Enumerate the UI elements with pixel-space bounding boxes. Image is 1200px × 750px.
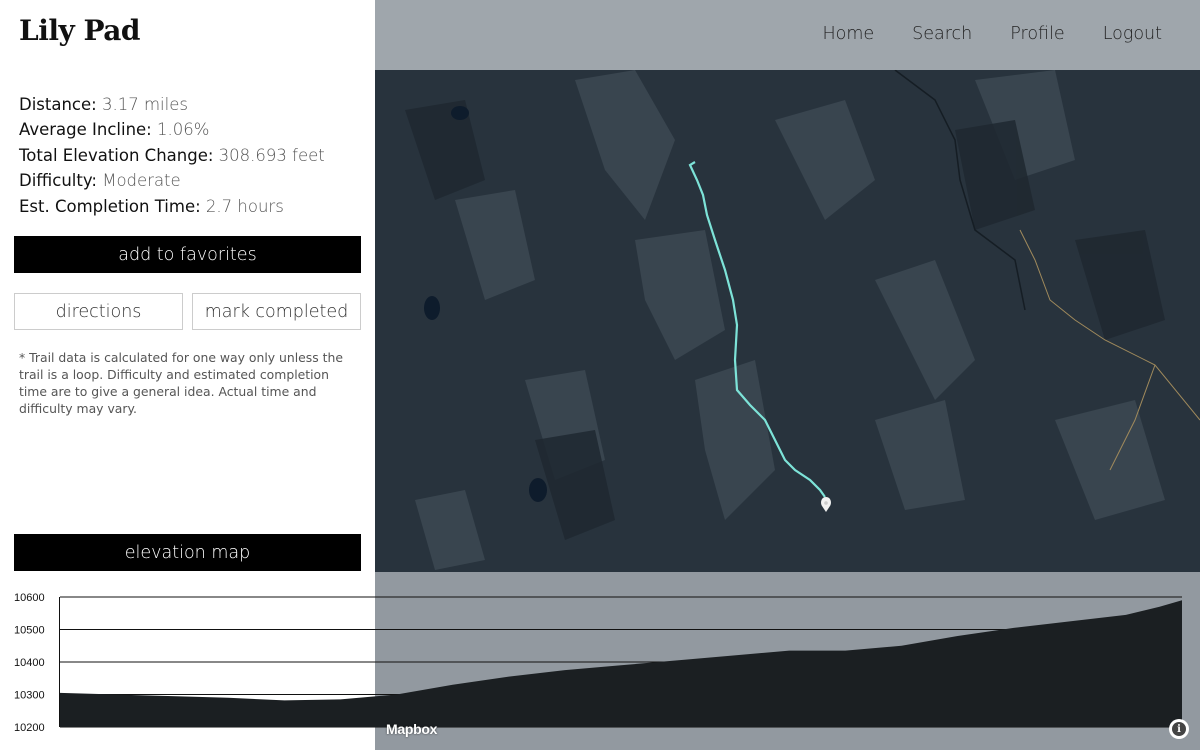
y-tick-label: 10600 [14,592,45,604]
stat-distance: Distance: 3.17 miles [19,95,188,114]
nav-profile[interactable]: Profile [1010,24,1064,44]
main-nav: Home Search Profile Logout [784,24,1162,44]
mapbox-logo[interactable]: Mapbox [386,721,437,737]
nav-home[interactable]: Home [822,24,874,44]
directions-button[interactable]: directions [14,293,183,330]
stat-difficulty: Difficulty: Moderate [19,171,181,191]
lake [529,478,547,502]
y-tick-label: 10500 [14,625,45,637]
nav-search[interactable]: Search [912,24,972,44]
elevation-chart: 10600 10500 10400 10300 10200 [14,592,1182,734]
add-to-favorites-button[interactable]: add to favorites [14,236,361,273]
elevation-map-button[interactable]: elevation map [14,534,361,571]
trail-data-note: * Trail data is calculated for one way o… [19,350,343,416]
trail-stats: Distance: 3.17 miles Average Incline: 1.… [19,92,325,219]
y-axis-ticks: 10600 10500 10400 10300 10200 [14,592,45,734]
stat-elevation-change: Total Elevation Change: 308.693 feet [19,145,325,165]
lake [424,296,440,320]
stat-average-incline: Average Incline: 1.06% [19,120,210,140]
y-tick-label: 10200 [14,722,45,734]
lake [451,106,469,120]
y-tick-label: 10300 [14,690,45,702]
stat-completion-time: Est. Completion Time: 2.7 hours [19,196,284,216]
elevation-area [60,600,1182,727]
mark-completed-button[interactable]: mark completed [192,293,361,330]
info-icon[interactable]: i [1169,719,1189,739]
nav-logout[interactable]: Logout [1103,24,1162,44]
app-logo[interactable]: Lily Pad [19,14,141,47]
y-tick-label: 10400 [14,657,45,669]
